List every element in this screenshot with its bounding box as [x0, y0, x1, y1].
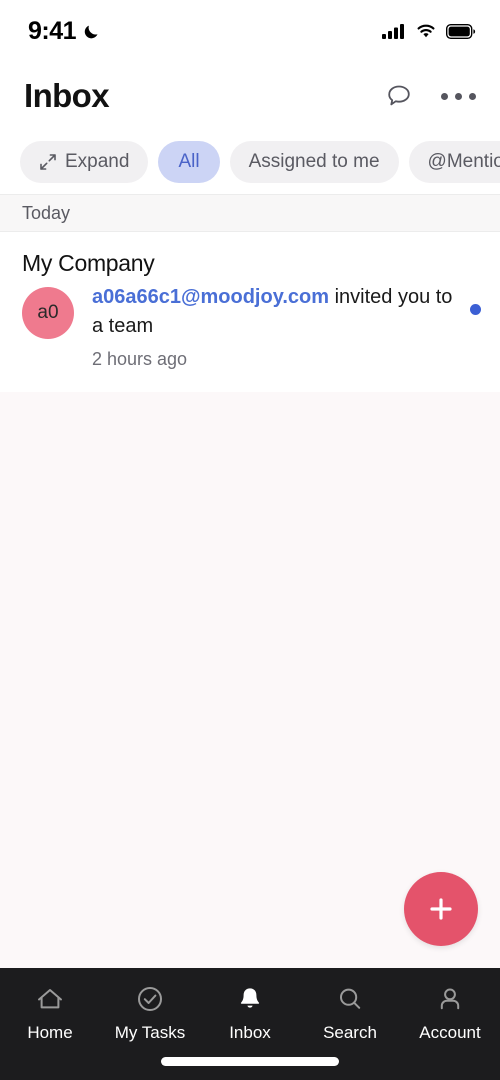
home-indicator — [161, 1057, 339, 1066]
nav-label: My Tasks — [114, 1023, 186, 1042]
nav-label: Search — [323, 1023, 377, 1042]
page-header: Inbox — [0, 62, 500, 130]
crescent-moon-icon — [84, 25, 98, 39]
nav-item-account[interactable]: Account — [400, 982, 500, 1043]
status-bar: 9:41 — [0, 0, 500, 62]
expand-arrows-icon — [40, 154, 56, 170]
more-horizontal-icon — [469, 92, 476, 100]
filter-chip-label: All — [178, 151, 200, 172]
notification-message: a06a66c1@moodjoy.com invited you to a te… — [92, 283, 468, 341]
more-options-button[interactable] — [441, 92, 476, 100]
create-task-fab[interactable] — [404, 872, 478, 946]
filter-chip-row[interactable]: Expand All Assigned to me @Mentioned — [0, 130, 500, 194]
section-header-today: Today — [0, 194, 500, 232]
speech-bubble-icon — [388, 85, 410, 106]
filter-chip-assigned-to-me[interactable]: Assigned to me — [229, 141, 399, 183]
header-actions — [383, 80, 476, 112]
filter-chip-mentioned[interactable]: @Mentioned — [408, 141, 500, 183]
battery-full-icon — [446, 23, 476, 39]
status-time: 9:41 — [28, 16, 77, 45]
nav-label: Account — [419, 1023, 481, 1042]
more-horizontal-icon — [455, 92, 462, 100]
filter-chip-label: @Mentioned — [427, 151, 500, 172]
person-icon — [434, 982, 466, 1016]
filter-chip-label: Expand — [65, 151, 130, 172]
nav-label: Inbox — [229, 1023, 271, 1042]
notification-title: My Company — [22, 250, 155, 276]
bottom-navigation[interactable]: Home My Tasks Inbox Search Account — [0, 968, 500, 1080]
inbox-empty-area — [0, 392, 500, 968]
nav-item-inbox[interactable]: Inbox — [200, 982, 300, 1043]
status-bar-right — [382, 23, 476, 39]
chat-button[interactable] — [383, 80, 415, 112]
notification-sender-link[interactable]: a06a66c1@moodjoy.com — [92, 286, 329, 308]
nav-item-my-tasks[interactable]: My Tasks — [100, 982, 200, 1043]
status-bar-left: 9:41 — [28, 17, 102, 46]
filter-chip-label: Assigned to me — [248, 151, 380, 172]
search-icon — [334, 982, 366, 1016]
phone-screen: 9:41 Inbox Expand All Assigned to me @Me… — [0, 0, 500, 1080]
check-circle-icon — [134, 982, 166, 1016]
more-horizontal-icon — [441, 92, 448, 100]
nav-item-home[interactable]: Home — [0, 982, 100, 1043]
notification-timestamp: 2 hours ago — [92, 349, 188, 369]
avatar: a0 — [22, 287, 74, 339]
nav-item-search[interactable]: Search — [300, 982, 400, 1043]
nav-label: Home — [27, 1023, 73, 1042]
filter-chip-expand[interactable]: Expand — [20, 141, 149, 183]
unread-indicator-dot — [470, 304, 481, 315]
page-title: Inbox — [24, 77, 110, 114]
cellular-signal-icon — [382, 24, 404, 39]
home-icon — [33, 982, 67, 1016]
bell-filled-icon — [234, 982, 266, 1016]
plus-icon — [430, 898, 452, 920]
notification-text-column: a06a66c1@moodjoy.com invited you to a te… — [92, 283, 478, 370]
notification-body: a0 a06a66c1@moodjoy.com invited you to a… — [22, 283, 478, 370]
notification-item[interactable]: My Company a0 a06a66c1@moodjoy.com invit… — [0, 232, 500, 551]
filter-chip-all[interactable]: All — [158, 141, 220, 183]
wifi-icon — [417, 24, 435, 38]
section-header-label: Today — [22, 202, 71, 223]
